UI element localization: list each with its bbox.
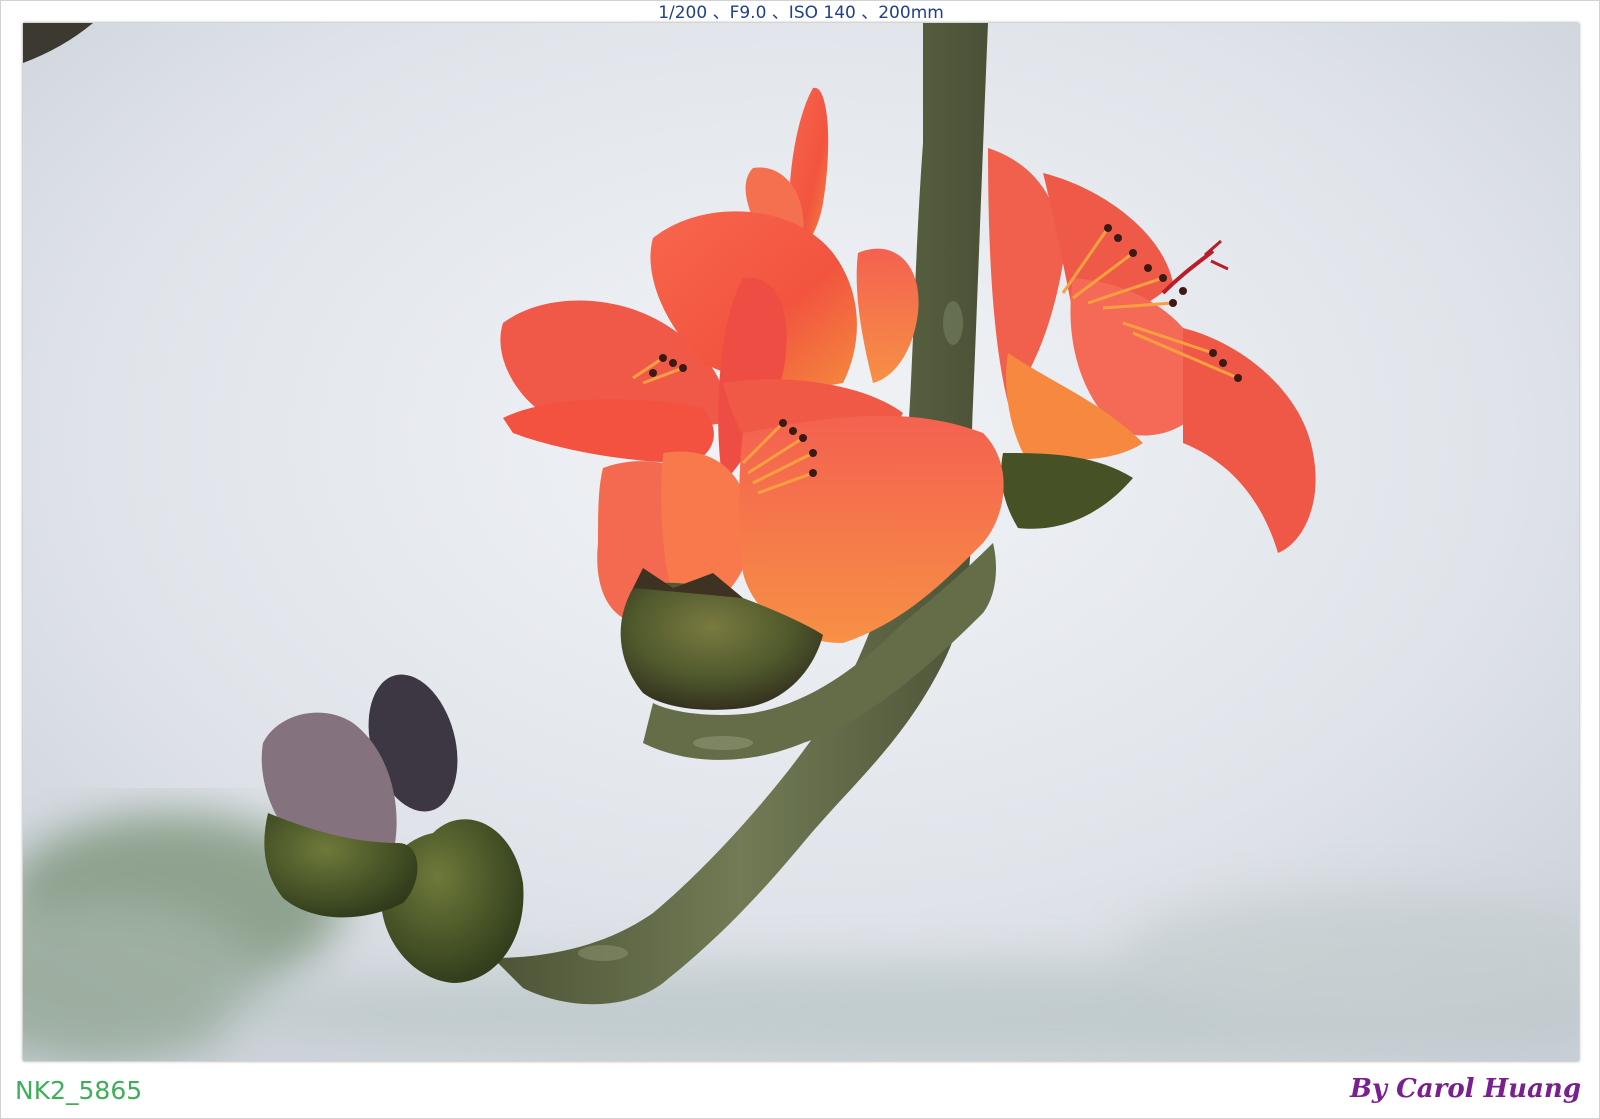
photo-filename: NK2_5865 [15,1076,143,1105]
photo-frame: 1/200 、F9.0 、ISO 140 、200mm NK2_5865 By … [0,0,1600,1119]
kapok-flower-illustration [23,23,1579,1061]
exif-caption: 1/200 、F9.0 、ISO 140 、200mm [658,3,944,23]
photo [23,23,1579,1061]
photographer-signature: By Carol Huang [1349,1074,1581,1104]
